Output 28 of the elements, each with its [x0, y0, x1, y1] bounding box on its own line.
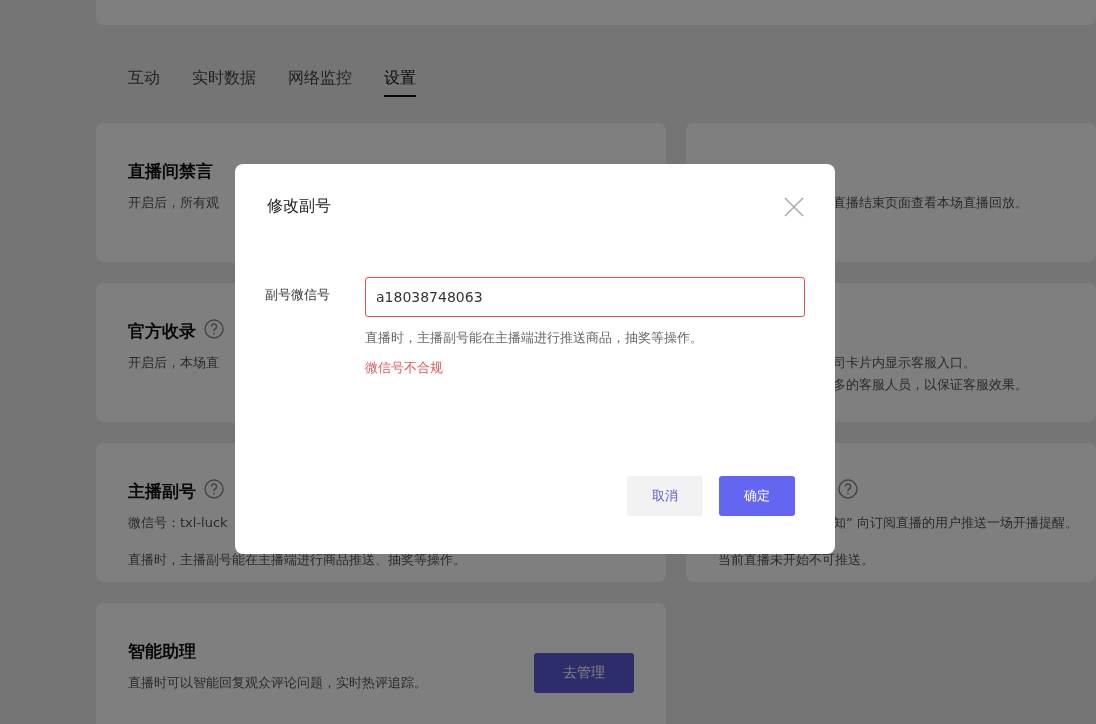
card-description: 直播结束页面查看本场直播回放。	[833, 194, 1028, 212]
card-title: 官方收录	[128, 319, 196, 343]
card-description: 微信号：txl-luck	[128, 514, 228, 532]
help-icon[interactable]	[204, 319, 224, 339]
input-field[interactable]: a18038748063	[365, 277, 805, 317]
dialog-title: 修改副号	[267, 196, 331, 217]
card-description: 直播时可以智能回复观众评论问题，实时热评追踪。	[128, 674, 427, 692]
error-message: 微信号不合规	[365, 359, 444, 377]
tab[interactable]: 实时数据	[192, 67, 256, 97]
confirm-button[interactable]: 确定	[719, 476, 795, 516]
card-description: 直播时，主播副号能在主播端进行商品推送、抽奖等操作。	[128, 552, 466, 568]
close-icon[interactable]	[784, 196, 804, 217]
help-icon[interactable]	[838, 479, 858, 499]
card-description: 多的客服人员，以保证客服效果。	[833, 376, 1028, 394]
card-title: 主播副号	[128, 479, 196, 503]
card-title: 智能助理	[128, 639, 196, 663]
tab[interactable]: 设置	[384, 67, 416, 97]
card-description: 开启后，所有观	[128, 194, 219, 212]
card-description: 当前直播未开始不可推送。	[718, 552, 874, 568]
card-title: 直播间禁言	[128, 159, 213, 183]
field-label: 副号微信号	[265, 286, 331, 304]
help-icon[interactable]	[204, 479, 224, 499]
cancel-button[interactable]: 取消	[627, 476, 703, 516]
field-hint: 直播时，主播副号能在主播端进行推送商品，抽奖等操作。	[365, 329, 704, 347]
card-description: 开启后，本场直	[128, 354, 219, 372]
manage-button[interactable]: 去管理	[534, 653, 634, 693]
tab[interactable]: 互动	[128, 67, 160, 97]
tab[interactable]: 网络监控	[288, 67, 352, 97]
